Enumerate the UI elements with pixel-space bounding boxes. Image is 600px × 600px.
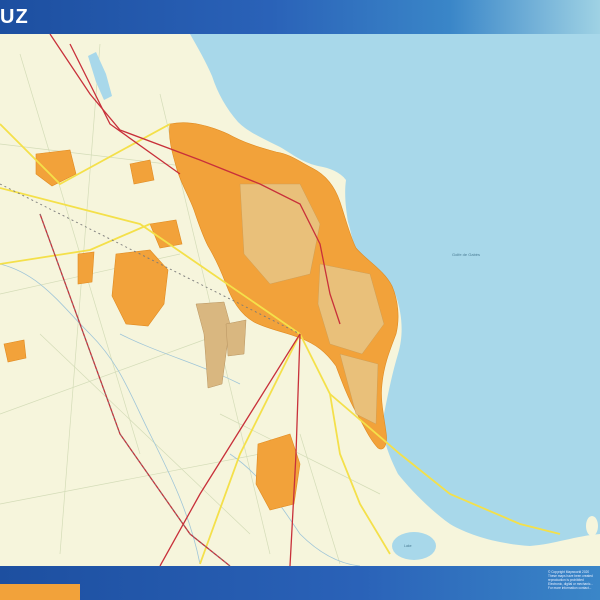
islet xyxy=(586,516,598,536)
lake-label: Lake xyxy=(404,544,412,548)
copyright-notice: © Copyright Mapsworld 2020 These maps ha… xyxy=(548,570,600,590)
map-footer-bar: © Copyright Mapsworld 2020 These maps ha… xyxy=(0,566,600,600)
copyright-line: For more information contact... xyxy=(548,586,592,590)
map-header-bar: UZ xyxy=(0,0,600,34)
sea-label: Golfe de Gabès xyxy=(452,252,480,257)
footer-accent-tab xyxy=(0,584,80,600)
map-title: UZ xyxy=(0,6,29,28)
lake xyxy=(392,532,436,560)
street-map: Golfe de Gabès Lake xyxy=(0,34,600,566)
